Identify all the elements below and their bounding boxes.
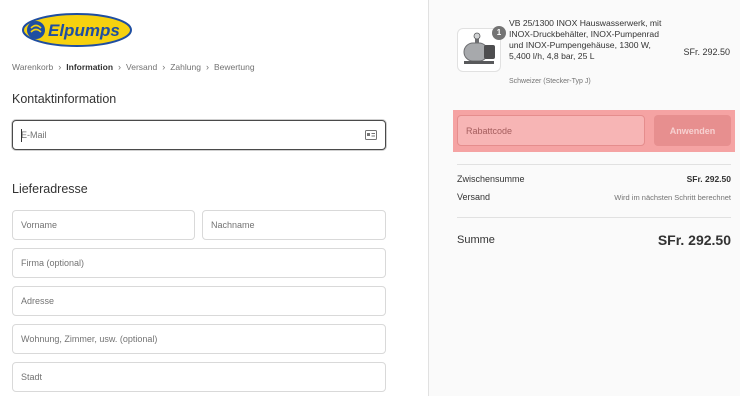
contact-heading: Kontaktinformation	[12, 92, 117, 106]
checkout-main: Elpumps Warenkorb › Information › Versan…	[0, 0, 428, 396]
breadcrumb-review: Bewertung	[213, 62, 255, 72]
company-input[interactable]	[13, 249, 385, 277]
chevron-right-icon: ›	[118, 62, 122, 72]
discount-section: Anwenden	[453, 110, 735, 152]
city-field[interactable]	[12, 362, 386, 392]
svg-text:Elpumps: Elpumps	[48, 21, 120, 40]
apartment-field[interactable]	[12, 324, 386, 354]
city-input[interactable]	[13, 363, 385, 391]
product-variant: Schweizer (Stecker-Typ J)	[509, 78, 591, 85]
shipping-row: Versand Wird im nächsten Schritt berechn…	[457, 192, 731, 202]
breadcrumb-information: Information	[66, 62, 114, 72]
address-input[interactable]	[13, 287, 385, 315]
shipping-label: Versand	[457, 192, 491, 202]
apartment-input[interactable]	[13, 325, 385, 353]
breadcrumb-shipping: Versand	[126, 62, 158, 72]
elpumps-logo[interactable]: Elpumps	[22, 13, 132, 47]
breadcrumb-cart[interactable]: Warenkorb	[12, 62, 53, 72]
chevron-right-icon: ›	[162, 62, 166, 72]
email-input[interactable]	[13, 121, 385, 149]
subtotal-label: Zwischensumme	[457, 174, 525, 184]
first-name-input[interactable]	[13, 211, 194, 239]
divider	[457, 164, 731, 165]
address-field[interactable]	[12, 286, 386, 316]
subtotal-value: SFr. 292.50	[686, 174, 731, 184]
divider	[457, 217, 731, 218]
first-name-field[interactable]	[12, 210, 195, 240]
breadcrumb-payment: Zahlung	[170, 62, 201, 72]
quantity-badge: 1	[492, 26, 506, 40]
email-field[interactable]	[12, 120, 386, 150]
product-name: VB 25/1300 INOX Hauswasserwerk, mit INOX…	[509, 18, 662, 61]
breadcrumb: Warenkorb › Information › Versand › Zahl…	[12, 62, 255, 72]
discount-code-input[interactable]	[458, 116, 644, 145]
order-summary: 1 VB 25/1300 INOX Hauswasserwerk, mit IN…	[428, 0, 740, 396]
total-row: Summe SFr. 292.50	[457, 232, 731, 248]
product-price: SFr. 292.50	[683, 47, 730, 57]
apply-discount-button[interactable]: Anwenden	[654, 115, 731, 146]
shipping-value: Wird im nächsten Schritt berechnet	[614, 192, 731, 202]
text-caret	[21, 129, 22, 142]
chevron-right-icon: ›	[205, 62, 209, 72]
last-name-input[interactable]	[203, 211, 385, 239]
total-value: SFr. 292.50	[657, 232, 731, 248]
last-name-field[interactable]	[202, 210, 386, 240]
contact-card-icon[interactable]	[365, 130, 377, 140]
subtotal-row: Zwischensumme SFr. 292.50	[457, 174, 731, 184]
total-label: Summe	[457, 234, 495, 246]
discount-code-field[interactable]	[457, 115, 645, 146]
shipping-address-heading: Lieferadresse	[12, 182, 88, 196]
chevron-right-icon: ›	[58, 62, 62, 72]
company-field[interactable]	[12, 248, 386, 278]
